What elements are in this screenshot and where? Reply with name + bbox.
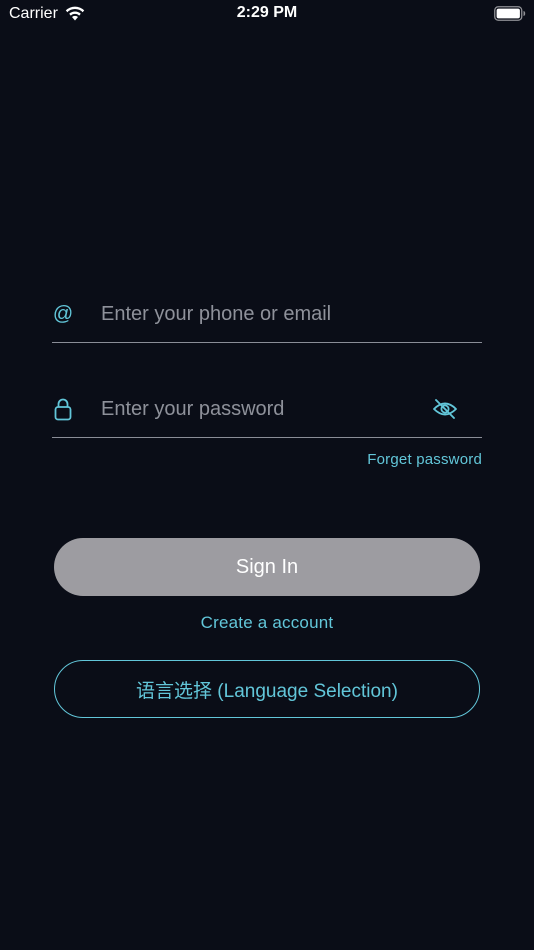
language-selection-button[interactable]: 语言选择 (Language Selection) [54,660,480,718]
status-bar: Carrier 2:29 PM [0,0,534,28]
password-field-row [52,385,482,438]
lock-icon [54,398,72,421]
forgot-password-link[interactable]: Forget password [367,451,482,468]
battery-icon [494,6,526,21]
sign-in-button[interactable]: Sign In [54,538,480,596]
clock: 2:29 PM [236,4,298,21]
password-input[interactable] [101,391,421,427]
eye-slash-icon[interactable] [432,397,458,421]
email-field-row: @ [52,290,482,343]
email-input[interactable] [101,296,421,332]
create-account-link[interactable]: Create a account [0,613,534,633]
at-icon: @ [52,303,74,325]
